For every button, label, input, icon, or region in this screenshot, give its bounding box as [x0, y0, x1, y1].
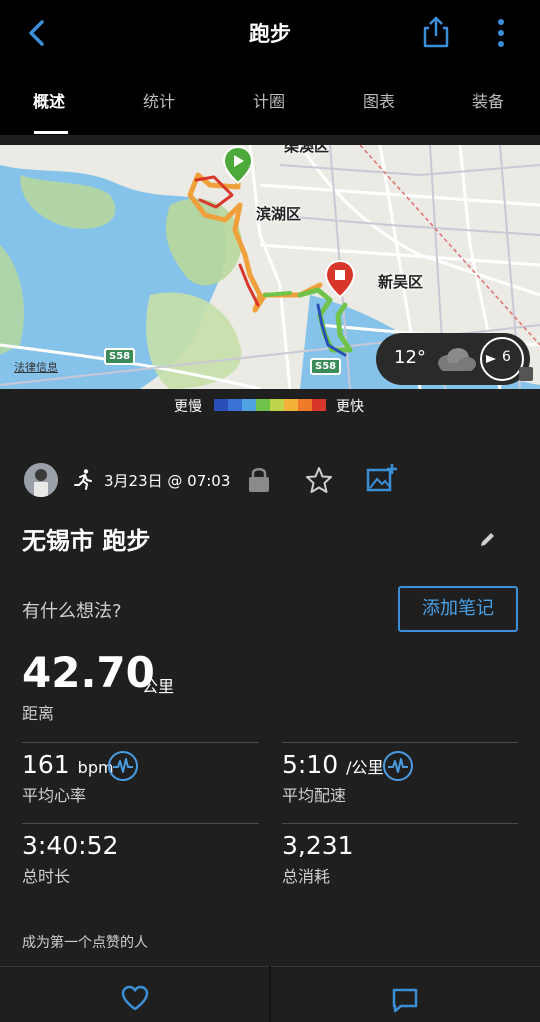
pulse-icon: [113, 758, 133, 773]
legal-info-link[interactable]: 法律信息: [14, 359, 58, 375]
map-label-xinwu: 新吴区: [378, 273, 424, 291]
heart-rate-zone-icon[interactable]: [108, 751, 138, 781]
edit-pencil-icon[interactable]: [478, 529, 498, 549]
wind-direction-icon: [486, 355, 496, 363]
star-icon[interactable]: [305, 466, 333, 494]
more-vertical-icon[interactable]: [490, 16, 512, 50]
kudos-prompt: 成为第一个点赞的人: [22, 935, 148, 951]
speed-color-segment: [214, 399, 228, 411]
wind-indicator: 6: [480, 337, 524, 381]
duration-label: 总时长: [22, 867, 71, 886]
speed-color-segment: [270, 399, 284, 411]
road-badge-s58: S58: [310, 358, 342, 375]
like-heart-icon[interactable]: [120, 984, 150, 1012]
speed-color-segment: [242, 399, 256, 411]
divider: [282, 823, 518, 824]
distance-unit: 公里: [142, 677, 175, 696]
speed-legend-fast: 更快: [336, 399, 364, 415]
tab-charts[interactable]: 图表: [363, 88, 395, 112]
activity-name: 无锡市 跑步: [22, 527, 151, 555]
calories-label: 总消耗: [282, 867, 331, 886]
weather-widget[interactable]: 12° 6: [376, 333, 530, 385]
pace-stat: 5:10 /公里: [282, 750, 384, 779]
map-expand-icon[interactable]: [519, 367, 533, 381]
share-icon[interactable]: [420, 14, 452, 50]
heart-rate-label: 平均心率: [22, 786, 87, 805]
road-badge-s58: S58: [104, 348, 136, 365]
pace-zone-icon[interactable]: [383, 751, 413, 781]
duration-value: 3:40:52: [22, 831, 119, 860]
thoughts-prompt[interactable]: 有什么想法?: [22, 597, 122, 623]
tab-stats[interactable]: 统计: [143, 88, 175, 112]
pulse-icon: [388, 758, 408, 773]
calories-value: 3,231: [282, 831, 354, 860]
add-photo-icon[interactable]: [366, 462, 398, 494]
weather-temperature: 12°: [394, 347, 426, 368]
tab-gear[interactable]: 装备: [472, 88, 504, 112]
map-label-binhu: 滨湖区: [256, 205, 302, 223]
running-icon: [74, 469, 92, 490]
speed-color-segment: [256, 399, 270, 411]
speed-color-segment: [284, 399, 298, 411]
speed-color-segment: [312, 399, 326, 411]
divider: [282, 742, 518, 743]
speed-legend-slow: 更慢: [174, 399, 202, 415]
heart-rate-value: 161: [22, 750, 70, 779]
comment-icon[interactable]: [390, 986, 420, 1014]
tab-active-indicator: [34, 131, 68, 134]
activity-meta-row: 3月23日 @ 07:03: [0, 460, 540, 500]
divider: [22, 823, 259, 824]
add-note-button[interactable]: 添加笔记: [398, 586, 518, 632]
bottom-bar-separator: [269, 966, 271, 1022]
nav-bar: 跑步: [0, 0, 540, 68]
lock-icon[interactable]: [246, 464, 272, 494]
divider: [22, 742, 259, 743]
distance-value: 42.70: [22, 648, 155, 697]
pace-value: 5:10: [282, 750, 339, 779]
speed-color-segment: [298, 399, 312, 411]
speed-gradient-bar: [214, 399, 326, 411]
distance-label: 距离: [22, 704, 55, 723]
avatar[interactable]: [24, 463, 58, 497]
speed-color-segment: [228, 399, 242, 411]
tab-overview[interactable]: 概述: [33, 88, 65, 112]
pace-unit: /公里: [346, 758, 384, 777]
tab-laps[interactable]: 计圈: [253, 88, 285, 112]
activity-date: 3月23日 @ 07:03: [104, 472, 231, 490]
cloud-icon: [438, 348, 476, 371]
avatar-image: [24, 463, 58, 497]
page-title: 跑步: [249, 22, 291, 46]
heart-rate-stat: 161 bpm: [22, 750, 114, 779]
wind-speed: 6: [502, 349, 511, 365]
speed-legend: 更慢 更快: [0, 390, 540, 420]
route-map[interactable]: 渠澳区 滨湖区 新吴区 S58 S58 法律信息 12° 6: [0, 145, 540, 389]
pace-label: 平均配速: [282, 786, 347, 805]
top-bar: 跑步 概述 统计 计圈 图表 装备: [0, 0, 540, 135]
tab-bar: 概述 统计 计圈 图表 装备: [0, 78, 540, 135]
map-label-top: 渠澳区: [284, 145, 330, 155]
